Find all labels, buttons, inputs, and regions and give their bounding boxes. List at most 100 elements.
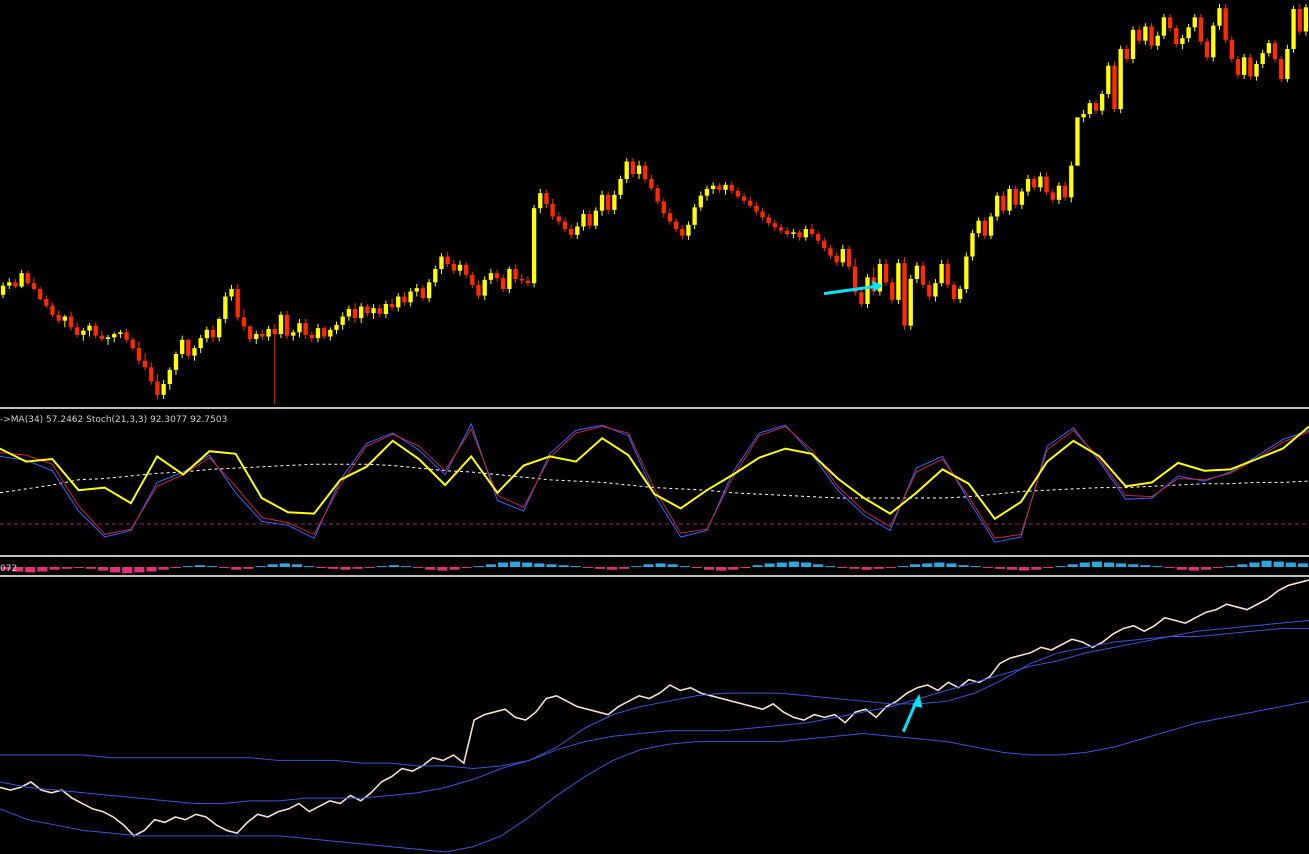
candle-body bbox=[846, 249, 852, 267]
candle-body bbox=[939, 264, 944, 284]
histogram-bar bbox=[110, 567, 121, 573]
candle-body bbox=[130, 339, 135, 349]
candle-body bbox=[587, 214, 592, 226]
histogram-bar bbox=[316, 567, 327, 568]
candle-body bbox=[822, 240, 827, 249]
candle-body bbox=[710, 185, 716, 189]
histogram-bar bbox=[255, 566, 266, 568]
candle-body bbox=[735, 190, 741, 197]
histogram-bar bbox=[1237, 564, 1248, 567]
candle-body bbox=[778, 227, 784, 231]
histogram-bar bbox=[1055, 566, 1066, 568]
candle-body bbox=[254, 334, 259, 339]
histogram-bar bbox=[1176, 567, 1187, 570]
candle-body bbox=[272, 329, 277, 334]
candle-body bbox=[1007, 189, 1012, 211]
candle-body bbox=[389, 304, 395, 308]
candle-body bbox=[1124, 49, 1130, 59]
candle-body bbox=[81, 330, 86, 335]
candle-body bbox=[760, 211, 765, 218]
candle-body bbox=[982, 220, 987, 236]
histogram-bar bbox=[1188, 567, 1199, 571]
histogram-bar bbox=[461, 567, 472, 568]
histogram-bar bbox=[582, 567, 593, 568]
candle-body bbox=[883, 264, 889, 283]
candle-body bbox=[630, 161, 636, 174]
histogram-bar bbox=[885, 567, 896, 568]
candle-body bbox=[618, 179, 623, 195]
candle-body bbox=[612, 194, 617, 210]
candle-body bbox=[538, 193, 543, 209]
histogram-bar bbox=[1031, 567, 1042, 570]
indicator-label: ->MA(34) 57.2462 Stoch(21,3,3) 92.3077 9… bbox=[0, 415, 227, 425]
candle-body bbox=[75, 327, 80, 335]
candle-body bbox=[1198, 17, 1204, 42]
candle-body bbox=[25, 273, 30, 284]
histogram-bar bbox=[825, 566, 836, 568]
histogram-bar bbox=[994, 567, 1005, 569]
candle-body bbox=[328, 329, 333, 337]
candle-body bbox=[1032, 179, 1037, 188]
histogram-bar bbox=[813, 564, 824, 567]
histogram-bar bbox=[364, 567, 375, 568]
candle-body bbox=[7, 282, 12, 286]
histogram-bar bbox=[1152, 566, 1163, 568]
candle-body bbox=[643, 165, 648, 179]
histogram-bar bbox=[764, 563, 775, 567]
candle-body bbox=[815, 234, 821, 241]
candle-body bbox=[995, 195, 1000, 217]
candle-body bbox=[93, 325, 98, 336]
histogram-bar bbox=[691, 567, 702, 568]
candle-body bbox=[766, 217, 771, 224]
candle-body bbox=[513, 269, 518, 279]
histogram-bar bbox=[400, 566, 412, 568]
histogram-bar bbox=[1043, 567, 1054, 568]
histogram-bar bbox=[1164, 567, 1175, 568]
histogram-bar bbox=[1140, 565, 1151, 567]
candle-body bbox=[346, 309, 352, 317]
histogram-bar bbox=[728, 567, 739, 570]
histogram-bar bbox=[873, 567, 884, 569]
candle-body bbox=[1303, 7, 1309, 32]
candle-body bbox=[297, 323, 302, 333]
candle-body bbox=[303, 323, 308, 335]
candle-body bbox=[68, 316, 74, 328]
candle-body bbox=[1186, 27, 1191, 39]
candle-body bbox=[1112, 65, 1117, 109]
candle-body bbox=[1161, 17, 1167, 36]
candle-body bbox=[1291, 9, 1296, 49]
candle-body bbox=[50, 305, 55, 315]
candle-body bbox=[210, 329, 216, 338]
candle-body bbox=[772, 223, 778, 228]
candle-body bbox=[834, 255, 839, 263]
candle-body bbox=[451, 264, 456, 271]
histogram-bar bbox=[219, 567, 230, 568]
candle-body bbox=[957, 289, 963, 299]
histogram-bar bbox=[922, 563, 933, 567]
trading-chart[interactable]: ->MA(34) 57.2462 Stoch(21,3,3) 92.3077 9… bbox=[0, 0, 1309, 854]
histogram-bar bbox=[558, 565, 569, 567]
candle-body bbox=[1093, 103, 1099, 111]
histogram-bar bbox=[388, 565, 399, 567]
candle-body bbox=[698, 195, 703, 208]
candle-body bbox=[1235, 59, 1241, 75]
candle-body bbox=[365, 306, 370, 314]
candle-body bbox=[241, 317, 247, 327]
candle-body bbox=[988, 216, 994, 236]
candle-body bbox=[1099, 94, 1105, 111]
candle-body bbox=[661, 201, 666, 214]
candle-body bbox=[686, 224, 691, 236]
candle-body bbox=[1019, 191, 1025, 205]
candle-body bbox=[896, 263, 901, 300]
candle-body bbox=[704, 189, 710, 196]
candle-body bbox=[1248, 57, 1253, 77]
histogram-bar bbox=[1200, 567, 1212, 570]
histogram-bar bbox=[328, 567, 339, 569]
histogram-bar bbox=[970, 566, 981, 568]
histogram-bar bbox=[1079, 562, 1090, 567]
histogram-bar bbox=[837, 567, 848, 568]
histogram-bar bbox=[497, 562, 509, 567]
histogram-bar bbox=[243, 567, 254, 569]
candle-body bbox=[1050, 192, 1055, 200]
candle-body bbox=[519, 279, 524, 281]
